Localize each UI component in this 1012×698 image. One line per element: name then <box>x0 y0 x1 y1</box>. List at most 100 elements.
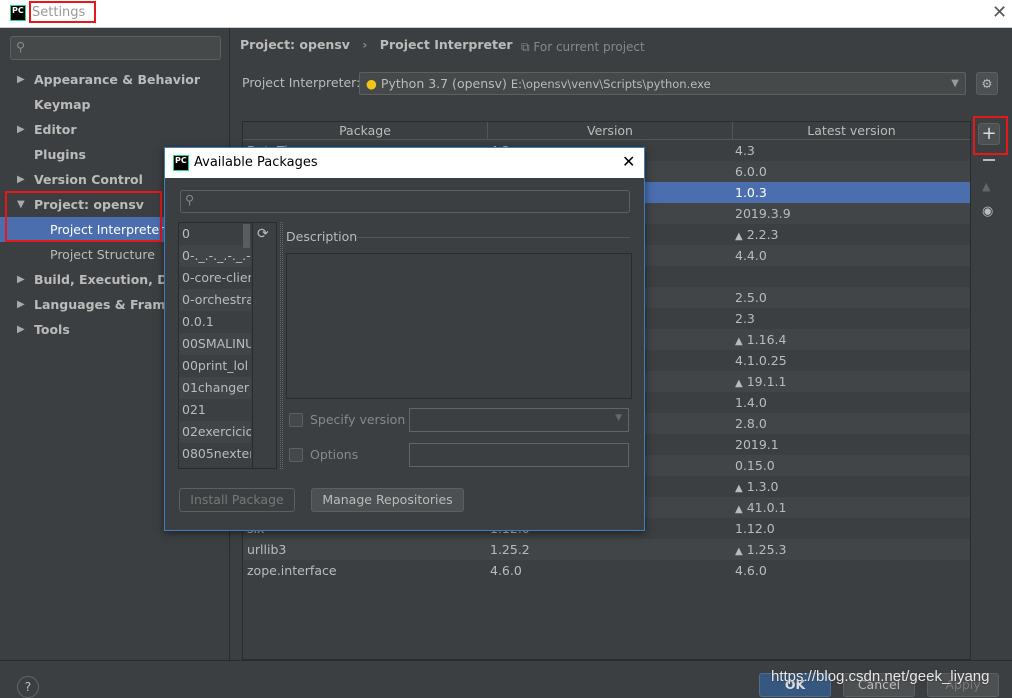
column-header-version[interactable]: Version <box>488 122 733 140</box>
python-icon: ● <box>366 76 377 91</box>
latest-version-text: 41.0.1 <box>746 500 787 515</box>
package-list-item[interactable]: 0805nexter <box>179 443 251 465</box>
latest-version-text: 4.6.0 <box>735 563 767 578</box>
latest-version-text: 1.0.3 <box>735 185 767 200</box>
package-latest: 4.3 <box>735 140 755 161</box>
search-icon: ⚲ <box>16 39 26 54</box>
options-label: Options <box>310 447 359 462</box>
version-select[interactable]: ▼ <box>409 408 629 432</box>
scope-text: For current project <box>533 40 645 54</box>
gear-icon[interactable]: ⚙ <box>976 72 998 95</box>
side-toolbar: + ▲ ◉ <box>972 116 1008 661</box>
refresh-icon[interactable]: ⟳ <box>257 226 269 242</box>
interpreter-select[interactable]: ● Python 3.7 (opensv) E:\opensv\venv\Scr… <box>359 72 966 95</box>
package-latest: 0.15.0 <box>735 455 775 476</box>
minus-icon[interactable] <box>983 159 995 161</box>
pycharm-logo-icon: PC <box>173 155 189 171</box>
breadcrumb: Project: opensv › Project Interpreter <box>240 37 513 52</box>
package-latest: 4.4.0 <box>735 245 767 266</box>
specify-version-label: Specify version <box>310 412 406 427</box>
latest-version-text: 1.12.0 <box>735 521 775 536</box>
package-list-item[interactable]: 00print_lol <box>179 355 251 377</box>
help-button[interactable]: ? <box>17 676 39 698</box>
sidebar-item-label: Keymap <box>34 97 91 112</box>
pycharm-logo-icon: PC <box>10 5 26 21</box>
breadcrumb-project: Project: opensv <box>240 37 350 52</box>
latest-version-text: 1.4.0 <box>735 395 767 410</box>
package-list-item[interactable]: 0.0.1 <box>179 311 251 333</box>
sidebar-item-label: Version Control <box>34 172 143 187</box>
options-checkbox[interactable] <box>289 448 303 462</box>
chevron-down-icon: ▼ <box>951 78 959 89</box>
package-list-item[interactable]: 01changer <box>179 377 251 399</box>
package-list[interactable]: 00-._.-._.-._.-._.0-core-client0-orchest… <box>178 222 277 469</box>
column-header-package[interactable]: Package <box>243 122 488 140</box>
install-package-button[interactable]: Install Package <box>179 488 295 512</box>
scope-label: ⧉ For current project <box>521 40 645 55</box>
package-latest: 1.0.3 <box>735 182 767 203</box>
package-latest: ▲ 41.0.1 <box>735 497 786 520</box>
package-list-item[interactable]: 0-core-client <box>179 267 251 289</box>
chevron-right-icon: › <box>362 37 368 52</box>
sidebar-item-label: Appearance & Behavior <box>34 72 200 87</box>
sidebar-item-label: Tools <box>34 322 70 337</box>
package-latest: 4.1.0.25 <box>735 350 787 371</box>
package-latest: 2019.3.9 <box>735 203 791 224</box>
package-latest: ▲ 1.3.0 <box>735 476 779 499</box>
sidebar-item-keymap[interactable]: Keymap <box>0 92 229 117</box>
package-list-item[interactable]: 0-orchestrator <box>179 289 251 311</box>
manage-repositories-button[interactable]: Manage Repositories <box>311 488 464 512</box>
latest-version-text: 2019.1 <box>735 437 779 452</box>
sidebar-item-label: Plugins <box>34 147 86 162</box>
breadcrumb-interpreter: Project Interpreter <box>379 37 513 52</box>
upgrade-arrow-icon: ▲ <box>735 231 743 242</box>
splitter-handle[interactable] <box>280 222 283 469</box>
package-list-item[interactable]: 00SMALINUX <box>179 333 251 355</box>
upgrade-arrow-icon: ▲ <box>735 546 743 557</box>
package-latest: 6.0.0 <box>735 161 767 182</box>
latest-version-text: 2.8.0 <box>735 416 767 431</box>
latest-version-text: 2019.3.9 <box>735 206 791 221</box>
package-list-item[interactable]: 0 <box>179 223 251 245</box>
table-row[interactable]: zope.interface 4.6.0 4.6.0 <box>243 560 970 581</box>
interpreter-label: Project Interpreter: <box>242 75 361 90</box>
close-icon[interactable]: ✕ <box>622 152 635 171</box>
title-bar: PC Settings ✕ <box>0 0 1012 28</box>
package-list-item[interactable]: 021 <box>179 399 251 421</box>
eye-icon[interactable]: ◉ <box>982 204 993 219</box>
chevron-down-icon: ▼ <box>615 413 622 423</box>
dialog-title-bar: PC Available Packages ✕ <box>165 148 644 178</box>
scrollbar[interactable] <box>243 224 250 248</box>
plus-icon[interactable]: + <box>978 123 1000 145</box>
sidebar-item-label: Project Structure <box>50 247 155 262</box>
interpreter-name: Python 3.7 (opensv) <box>380 76 507 91</box>
dialog-title: Available Packages <box>194 155 318 170</box>
description-panel <box>286 253 632 399</box>
sidebar-item-appearance[interactable]: ▶ Appearance & Behavior <box>0 67 229 92</box>
table-row[interactable]: urllib3 1.25.2 ▲ 1.25.3 <box>243 539 970 560</box>
column-header-latest[interactable]: Latest version <box>733 122 970 140</box>
options-input[interactable] <box>409 443 629 467</box>
upgrade-icon[interactable]: ▲ <box>982 180 990 193</box>
upgrade-arrow-icon: ▲ <box>735 378 743 389</box>
watermark: https://blog.csdn.net/geek_liyang <box>771 668 990 685</box>
package-latest: ▲ 1.25.3 <box>735 539 786 562</box>
sidebar-item-editor[interactable]: ▶ Editor <box>0 117 229 142</box>
close-icon[interactable]: ✕ <box>992 2 1007 23</box>
latest-version-text: 1.3.0 <box>746 479 779 494</box>
copy-icon: ⧉ <box>521 40 534 54</box>
latest-version-text: 4.3 <box>735 143 755 158</box>
package-latest: ▲ 1.16.4 <box>735 329 786 352</box>
description-label: Description <box>286 229 358 244</box>
upgrade-arrow-icon: ▲ <box>735 504 743 515</box>
package-list-item[interactable]: 0-._.-._.-._.-._. <box>179 245 251 267</box>
upgrade-arrow-icon: ▲ <box>735 483 743 494</box>
sidebar-search-input[interactable]: ⚲ <box>10 36 221 60</box>
package-list-item[interactable]: 02exercicio <box>179 421 251 443</box>
specify-version-checkbox[interactable] <box>289 413 303 427</box>
package-search-input[interactable]: ⚲ <box>180 190 630 213</box>
package-latest: 2019.1 <box>735 434 779 455</box>
latest-version-text: 4.1.0.25 <box>735 353 787 368</box>
latest-version-text: 0.15.0 <box>735 458 775 473</box>
highlight-box <box>5 191 162 242</box>
